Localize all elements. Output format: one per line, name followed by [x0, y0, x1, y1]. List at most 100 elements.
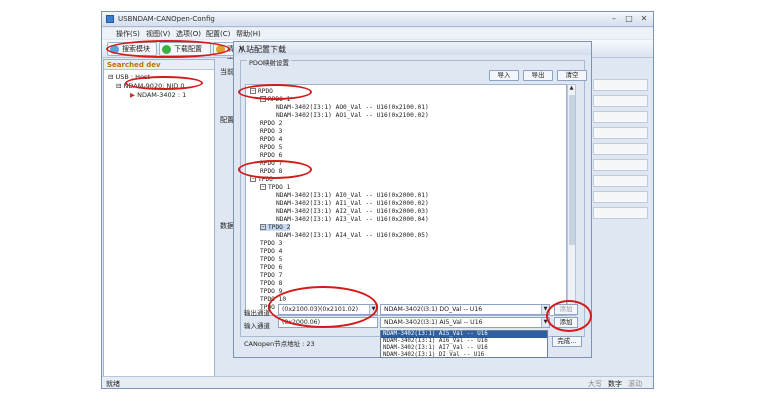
pdo-node[interactable]: − TPDO 1 [260, 184, 290, 191]
mapping-text: NDAM-3402(I3:1) AI3_Val -- U16(0x2000.04… [276, 216, 429, 223]
field-box[interactable] [593, 191, 648, 203]
minimize-icon[interactable]: – [607, 14, 621, 24]
output-object-combo[interactable]: NDAM-3402(I3:1) DO_Val -- U16 ▼ [380, 304, 550, 315]
mapping-entry[interactable]: NDAM-3402(I3:1) AI3_Val -- U16(0x2000.04… [276, 216, 429, 223]
mapping-text: NDAM-3402(I3:1) AI4_Val -- U16(0x2000.05… [276, 232, 429, 239]
menu-operate[interactable]: 操作(S) [116, 29, 140, 39]
field-box[interactable] [593, 143, 648, 155]
annotation-oval-device [125, 76, 203, 90]
clear-mapping-button[interactable]: 清空 [557, 70, 587, 81]
mapping-entry[interactable]: NDAM-3402(I3:1) AI0_Val -- U16(0x2000.01… [276, 192, 429, 199]
data-label: 数据 [220, 222, 234, 230]
annotation-oval-tpdo [238, 160, 312, 179]
title-bar: USBNDAM-CANOpen-Config – □ ✕ [102, 12, 653, 27]
pdo-node[interactable]: TPDO 8 [260, 280, 282, 287]
pdo-node[interactable]: − TPDO 2 [260, 224, 291, 231]
field-box[interactable] [593, 111, 648, 123]
pdo-mapping-group-label: PDO映射设置 [247, 57, 292, 67]
menu-bar: 操作(S) 视图(V) 选项(O) 配置(C) 帮助(H) [102, 28, 653, 39]
maximize-icon[interactable]: □ [622, 14, 636, 24]
status-scroll: 滚动 [628, 380, 642, 388]
mapping-entry[interactable]: NDAM-3402(I3:1) AO1_Val -- U16(0x2100.02… [276, 112, 429, 119]
mapping-text: RPDO 4 [260, 136, 283, 143]
pdo-node[interactable]: RPDO 2 [260, 120, 282, 127]
input-object-dropdown[interactable]: NDAM-3402(I3:1) AI5_Val -- U16 NDAM-3402(… [380, 330, 548, 358]
status-caps: 大写 [588, 380, 602, 388]
status-ready: 就绪 [106, 380, 120, 388]
import-button[interactable]: 导入 [489, 70, 519, 81]
mapping-text: TPDO 7 [260, 272, 283, 279]
menu-view[interactable]: 视图(V) [146, 29, 170, 39]
current-label: 当前 [220, 68, 234, 76]
mapping-scrollbar[interactable]: ▲ ▼ [567, 84, 576, 316]
device-tree-header: Searched dev [104, 60, 214, 70]
mapping-text: TPDO 2 [268, 224, 291, 231]
pdo-node[interactable]: TPDO 4 [260, 248, 282, 255]
menu-help[interactable]: 帮助(H) [236, 29, 261, 39]
menu-config[interactable]: 配置(C) [206, 29, 230, 39]
pdo-node[interactable]: TPDO 3 [260, 240, 282, 247]
field-box[interactable] [593, 95, 648, 107]
mapping-text: TPDO 1 [268, 184, 291, 191]
annotation-oval-rpdo [238, 84, 312, 100]
pdo-node[interactable]: RPDO 5 [260, 144, 282, 151]
app-icon [106, 15, 114, 23]
dialog-title-bar: 从站配置下载 ✕ [234, 42, 591, 55]
dropdown-option[interactable]: NDAM-3402(I3:1) AI7_Val -- U16 [381, 345, 547, 352]
scroll-thumb[interactable] [569, 95, 575, 245]
dropdown-option[interactable]: NDAM-3402(I3:1) DI_Val -- U16 [381, 352, 547, 359]
mapping-text: NDAM-3402(I3:1) AI2_Val -- U16(0x2000.03… [276, 208, 429, 215]
mapping-text: RPDO 6 [260, 152, 283, 159]
close-icon[interactable]: ✕ [637, 14, 651, 24]
export-button[interactable]: 导出 [523, 70, 553, 81]
mapping-entry[interactable]: NDAM-3402(I3:1) AO0_Val -- U16(0x2100.01… [276, 104, 429, 111]
mapping-entry[interactable]: NDAM-3402(I3:1) AI2_Val -- U16(0x2000.03… [276, 208, 429, 215]
annotation-oval-add [546, 300, 592, 332]
input-object-value: NDAM-3402(I3:1) AI5_Val -- U16 [384, 319, 483, 326]
mapping-text: TPDO 3 [260, 240, 283, 247]
pdo-node[interactable]: RPDO 6 [260, 152, 282, 159]
mapping-text: NDAM-3402(I3:1) AO1_Val -- U16(0x2100.02… [276, 112, 429, 119]
pdo-mapping-tree[interactable]: − RPDO − RPDO 1 NDAM-3402(I3:1) AO0_Val -- U… [245, 84, 567, 316]
pdo-node[interactable]: TPDO 7 [260, 272, 282, 279]
field-box[interactable] [593, 175, 648, 187]
module-icon: ▶ [130, 91, 135, 99]
input-channel-label: 输入通道 [244, 322, 270, 330]
pdo-node[interactable]: TPDO 5 [260, 256, 282, 263]
mapping-text: TPDO 8 [260, 280, 283, 287]
mapping-text: NDAM-3402(I3:1) AO0_Val -- U16(0x2100.01… [276, 104, 429, 111]
tree-item-ndam-3402[interactable]: ▶ NDAM-3402 : 1 [130, 91, 186, 99]
dropdown-option[interactable]: NDAM-3402(I3:1) AI5_Val -- U16 [381, 331, 547, 338]
annotation-oval-channels [268, 286, 378, 328]
mapping-text: NDAM-3402(I3:1) AI0_Val -- U16(0x2000.01… [276, 192, 429, 199]
annotation-oval-toolbar [106, 40, 230, 58]
mapping-entry[interactable]: NDAM-3402(I3:1) AI1_Val -- U16(0x2000.02… [276, 200, 429, 207]
mapping-text: TPDO 4 [260, 248, 283, 255]
field-box[interactable] [593, 159, 648, 171]
collapse-icon[interactable]: − [260, 184, 266, 190]
config-label: 配置 [220, 116, 234, 124]
device-tree-panel: Searched dev ⊟ USB : Host ⊟ NDAM-9020: N… [103, 59, 215, 377]
dropdown-option[interactable]: NDAM-3402(I3:1) AI6_Val -- U16 [381, 338, 547, 345]
field-box[interactable] [593, 79, 648, 91]
mapping-text: NDAM-3402(I3:1) AI1_Val -- U16(0x2000.02… [276, 200, 429, 207]
pdo-node[interactable]: RPDO 4 [260, 136, 282, 143]
status-bar: 就绪 大写 数字 滚动 [102, 376, 653, 388]
mapping-text: TPDO 6 [260, 264, 283, 271]
field-box[interactable] [593, 127, 648, 139]
window-title: USBNDAM-CANOpen-Config [118, 15, 215, 23]
mapping-entry[interactable]: NDAM-3402(I3:1) AI4_Val -- U16(0x2000.05… [276, 232, 429, 239]
output-object-value: NDAM-3402(I3:1) DO_Val -- U16 [384, 306, 483, 313]
menu-options[interactable]: 选项(O) [176, 29, 201, 39]
input-object-combo[interactable]: NDAM-3402(I3:1) AI5_Val -- U16 ▼ [380, 317, 550, 328]
mapping-text: RPDO 2 [260, 120, 283, 127]
output-channel-label: 输出通道 [244, 309, 270, 317]
scroll-up-icon[interactable]: ▲ [568, 85, 575, 93]
pdo-node[interactable]: TPDO 6 [260, 264, 282, 271]
finish-button[interactable]: 完成… [552, 336, 582, 347]
pdo-node[interactable]: RPDO 3 [260, 128, 282, 135]
collapse-icon[interactable]: − [260, 224, 266, 230]
dialog-close-icon[interactable]: ✕ [238, 44, 585, 53]
field-box[interactable] [593, 207, 648, 219]
node-address-label: CANopen节点地址 : 23 [244, 340, 315, 348]
